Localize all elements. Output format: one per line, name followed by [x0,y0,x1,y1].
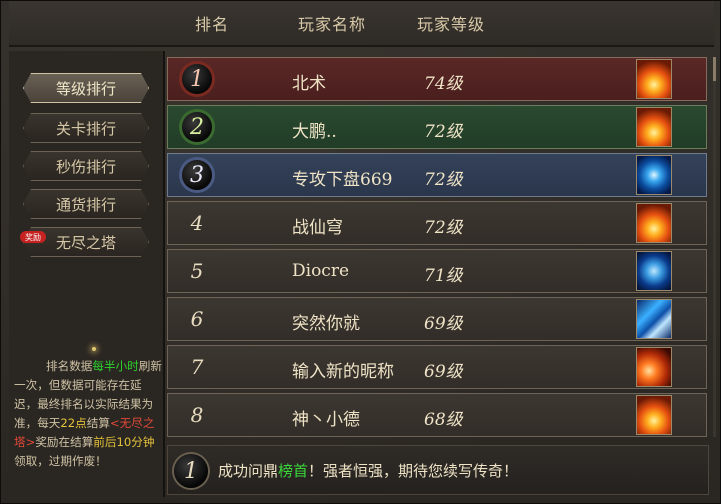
player-level: 71级 [424,266,463,286]
ranking-notice: 排名数据每半小时刷新一次，但数据可能存在延迟，最终排名以实际结果为准，每天22点… [14,357,162,471]
fire-icon[interactable] [636,107,672,147]
message-text: ！强者恒强，期待您续写传奇！ [308,462,519,480]
table-row[interactable]: 8 神丶小德 68级 [167,393,707,437]
player-level: 72级 [424,170,463,190]
notice-highlight: 每半小时 [92,359,139,373]
header-player-name: 玩家名称 [298,15,367,34]
fireball-icon[interactable] [636,347,672,387]
tab-label: 无尽之塔 [55,233,116,252]
snowflake-icon[interactable] [636,251,672,291]
message-highlight: 榜首 [278,462,309,480]
fire-icon[interactable] [636,203,672,243]
tab-stage-ranking[interactable]: 关卡排行 [23,113,149,143]
tab-level-ranking[interactable]: 等级排行 [23,73,149,103]
tab-currency-ranking[interactable]: 通货排行 [23,189,149,219]
player-name: 战仙穹 [292,218,343,238]
player-level: 69级 [424,314,463,334]
player-level: 74级 [424,74,463,94]
rank-number: 8 [190,403,204,427]
player-name: 北术 [292,74,326,94]
scrollbar[interactable] [713,57,716,437]
table-row[interactable]: 1 北术 74级 [167,57,707,101]
my-rank-bar: 1 成功问鼎榜首！强者恒强，期待您续写传奇！ [167,445,709,495]
list-header: 排名 玩家名称 玩家等级 [9,1,714,47]
notice-highlight: 前后10分钟 [93,435,155,449]
table-row[interactable]: 3 专攻下盘669 72级 [167,153,707,197]
tab-label: 通货排行 [55,195,116,214]
fire-icon[interactable] [636,59,672,99]
scrollbar-thumb[interactable] [713,57,716,81]
table-row[interactable]: 7 输入新的昵称 69级 [167,345,707,389]
notice-text: 结算 [86,416,110,430]
table-row[interactable]: 6 突然你就 69级 [167,297,707,341]
notice-text: 奖励在结算 [35,435,94,449]
message-text: 成功问鼎 [218,462,279,480]
player-level: 68级 [424,410,463,430]
player-name: 神丶小德 [292,410,360,430]
ranking-list[interactable]: 1 北术 74级 2 大鹏.. 72级 3 专攻下盘669 72级 4 战仙穹 … [167,57,709,437]
player-name: 突然你就 [292,314,360,334]
rank-number: 3 [182,160,212,190]
notice-highlight: 22点 [60,416,87,430]
table-row[interactable]: 5 Diocre 71级 [167,249,707,293]
reward-badge: 奖励 [20,231,46,243]
header-player-level: 玩家等级 [417,15,486,34]
rank-number: 7 [190,355,204,379]
tab-label: 等级排行 [55,79,116,98]
player-name: 输入新的昵称 [292,362,394,382]
my-rank-message: 成功问鼎榜首！强者恒强，期待您续写传奇！ [218,460,518,481]
header-rank: 排名 [195,15,230,34]
table-row[interactable]: 4 战仙穹 72级 [167,201,707,245]
table-row[interactable]: 2 大鹏.. 72级 [167,105,707,149]
player-level: 72级 [424,122,463,142]
tab-dps-ranking[interactable]: 秒伤排行 [23,151,149,181]
rank-number: 1 [182,64,212,94]
player-level: 72级 [424,218,463,238]
tab-label: 秒伤排行 [55,157,116,176]
player-name: 专攻下盘669 [292,170,393,190]
sparkle-icon [92,347,96,351]
rank-number: 2 [182,112,212,142]
fire-icon[interactable] [636,395,672,435]
my-rank-number: 1 [174,454,208,488]
tab-label: 关卡排行 [55,119,116,138]
player-name: 大鹏.. [292,122,337,142]
rank-number: 5 [190,259,204,283]
ice-icon[interactable] [636,299,672,339]
notice-text: 领取，过期作废！ [14,454,107,468]
notice-text: 排名数据 [46,359,93,373]
player-level: 69级 [424,362,463,382]
leaderboard-window: 排名 玩家名称 玩家等级 等级排行 关卡排行 秒伤排行 通货排行 无尽之塔 奖励… [0,0,721,504]
player-name: Diocre [292,261,350,281]
rank-number: 6 [190,307,204,331]
ranking-sidebar: 等级排行 关卡排行 秒伤排行 通货排行 无尽之塔 奖励 排名数据每半小时刷新一次… [9,51,165,497]
rank-number: 4 [190,211,204,235]
swirl-icon[interactable] [636,155,672,195]
